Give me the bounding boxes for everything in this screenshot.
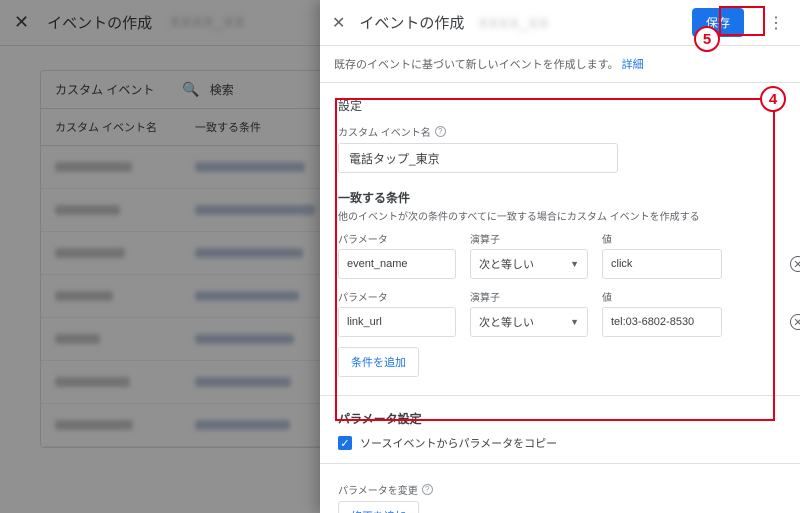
help-icon[interactable]: ?: [435, 126, 446, 137]
learn-more-link[interactable]: 詳細: [622, 59, 644, 71]
chevron-down-icon: ▼: [570, 259, 579, 269]
panel-header: ✕ イベントの作成 XXXX_XX 保存 ⋮: [320, 0, 800, 46]
annotation-circle-5: 5: [694, 26, 720, 52]
conditions-heading: 一致する条件: [338, 189, 782, 206]
event-name-input[interactable]: [338, 143, 618, 173]
condition-param-input[interactable]: [338, 249, 456, 279]
add-condition-button[interactable]: 条件を追加: [338, 347, 419, 377]
condition-value-input[interactable]: [602, 307, 722, 337]
more-icon[interactable]: ⋮: [758, 13, 788, 33]
param-heading: パラメータ設定: [338, 410, 782, 427]
remove-condition-icon[interactable]: ✕: [790, 256, 800, 272]
panel-description: 既存のイベントに基づいて新しいイベントを作成します。 詳細: [320, 46, 800, 83]
panel-title: イベントの作成: [359, 12, 464, 33]
settings-heading: 設定: [320, 83, 800, 122]
remove-condition-icon[interactable]: ✕: [790, 314, 800, 330]
modify-params-label: パラメータを変更: [338, 482, 418, 497]
condition-param-input[interactable]: [338, 307, 456, 337]
condition-operator-select[interactable]: 次と等しい▼: [470, 307, 588, 337]
event-name-label: カスタム イベント名: [338, 124, 431, 139]
condition-row: パラメータ演算子次と等しい▼値✕: [338, 231, 782, 279]
help-icon[interactable]: ?: [422, 484, 433, 495]
add-modification-button[interactable]: 修正を追加: [338, 501, 419, 513]
copy-params-label: ソースイベントからパラメータをコピー: [360, 435, 557, 451]
condition-operator-select[interactable]: 次と等しい▼: [470, 249, 588, 279]
panel-obscured: XXXX_XX: [478, 15, 549, 31]
condition-row: パラメータ演算子次と等しい▼値✕: [338, 289, 782, 337]
copy-params-checkbox[interactable]: ✓: [338, 436, 352, 450]
create-event-panel: ✕ イベントの作成 XXXX_XX 保存 ⋮ 既存のイベントに基づいて新しいイベ…: [320, 0, 800, 513]
condition-value-input[interactable]: [602, 249, 722, 279]
close-icon[interactable]: ✕: [332, 13, 345, 33]
annotation-circle-4: 4: [760, 86, 786, 112]
chevron-down-icon: ▼: [570, 317, 579, 327]
conditions-subtext: 他のイベントが次の条件のすべてに一致する場合にカスタム イベントを作成する: [338, 208, 782, 223]
